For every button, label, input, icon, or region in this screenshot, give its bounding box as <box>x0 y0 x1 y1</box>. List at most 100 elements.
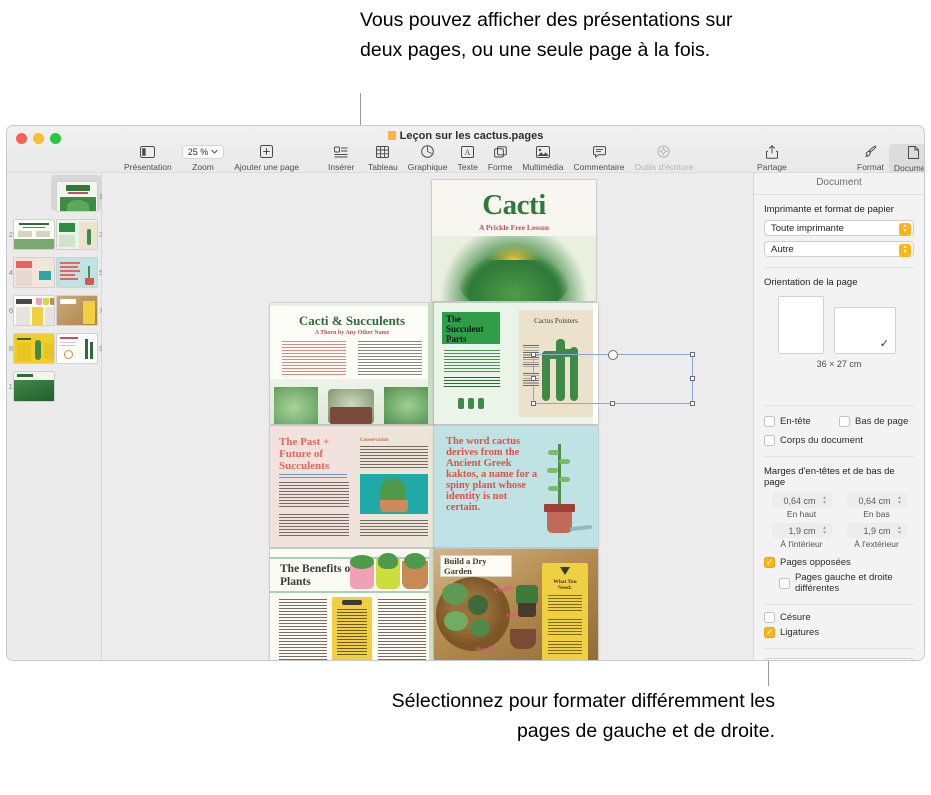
toolbar-writing-tools-button[interactable]: Outils d'écriture <box>630 144 699 172</box>
toolbar-share-button[interactable]: Partage <box>752 144 792 172</box>
different-left-right-checkbox[interactable] <box>779 577 790 589</box>
thumbnail-page-4[interactable] <box>13 257 55 288</box>
plus-square-icon <box>260 144 274 159</box>
printer-section-label: Imprimante et format de papier <box>764 204 894 215</box>
svg-text:A: A <box>465 148 471 157</box>
different-left-right-row[interactable]: Pages gauche et droite différentes <box>764 572 914 594</box>
hyphenation-checkbox[interactable] <box>764 612 775 623</box>
text-box-icon: A <box>461 144 475 159</box>
paper-size-select-value: Autre <box>771 243 794 255</box>
toolbar-shape-button[interactable]: Forme <box>483 144 518 172</box>
thumbnail-page-10[interactable] <box>13 371 55 402</box>
toolbar-media-button[interactable]: Multimédia <box>517 144 568 172</box>
toolbar-comment-label: Commentaire <box>573 162 625 172</box>
toolbar-chart-label: Graphique <box>407 162 448 172</box>
paper-size-select[interactable]: Autre ▴ ▾ <box>764 241 914 257</box>
thumbnail-page-6[interactable] <box>13 295 55 326</box>
canvas-page-3[interactable]: The Succulent Parts Cactus Pointers <box>434 303 598 424</box>
body-checkbox-row[interactable]: Corps du document <box>764 435 914 446</box>
insert-icon <box>334 144 348 159</box>
footer-checkbox-row[interactable]: Bas de page <box>839 416 914 427</box>
margin-bottom-value: 0,64 cm <box>858 495 891 506</box>
header-checkbox[interactable] <box>764 416 775 427</box>
resize-handle-middle-right[interactable] <box>690 376 695 381</box>
comment-icon <box>592 144 606 159</box>
thumbnail-row: 10 <box>7 371 101 409</box>
facing-pages-row[interactable]: Pages opposées <box>764 556 914 568</box>
thumbnail-page-1[interactable] <box>56 181 98 212</box>
hyphenation-row[interactable]: Césure <box>764 612 914 623</box>
inspector-title: Document <box>754 173 924 195</box>
toolbar-zoom-label: Zoom <box>192 162 214 172</box>
rotation-handle[interactable] <box>608 350 618 360</box>
margin-inside-value: 1,9 cm <box>788 525 816 536</box>
canvas-page-4[interactable]: The Past + Future of Succulents Conserva… <box>270 426 434 547</box>
chevron-updown-icon: ▴ ▾ <box>899 222 911 236</box>
margin-outside-input[interactable]: 1,9 cm ▴ ▾ <box>846 523 907 538</box>
footer-checkbox[interactable] <box>839 416 850 427</box>
toolbar-share-label: Partage <box>757 162 787 172</box>
thumbnail-row: 4 <box>7 257 103 295</box>
toolbar-chart-button[interactable]: Graphique <box>403 144 453 172</box>
toolbar-add-page-button[interactable]: Ajouter une page <box>229 144 304 172</box>
margin-top-value: 0,64 cm <box>783 495 816 506</box>
toolbar-format-button[interactable]: Format <box>852 144 889 172</box>
body-checkbox[interactable] <box>764 435 775 446</box>
toolbar-insert-button[interactable]: Insérer <box>323 144 359 172</box>
margin-outside-caption: À l'extérieur <box>854 539 899 549</box>
toolbar-presentation-button[interactable]: Présentation <box>119 144 177 172</box>
stepper-icon[interactable]: ▴ ▾ <box>820 494 830 507</box>
paintbrush-icon <box>864 144 877 159</box>
thumbnail-page-8[interactable] <box>13 333 55 364</box>
toolbar-comment-button[interactable]: Commentaire <box>568 144 629 172</box>
canvas-page-5[interactable]: The word cactus derives from the Ancient… <box>434 426 598 547</box>
window-titlebar: Leçon sur les cactus.pages Présentation … <box>7 126 925 174</box>
chart-icon <box>421 144 434 159</box>
canvas-page-1[interactable]: Cacti A Prickle Free Lesson <box>432 180 596 301</box>
thumbnail-page-3[interactable] <box>56 219 98 250</box>
canvas-page-2[interactable]: Cacti & Succulents A Thorn by Any Other … <box>270 303 434 424</box>
thumbnail-page-2[interactable] <box>13 219 55 250</box>
resize-handle-bottom-middle[interactable] <box>610 401 615 406</box>
toolbar-zoom-control[interactable]: 25 % Zoom <box>177 144 230 172</box>
stepper-icon[interactable]: ▴ ▾ <box>895 524 905 537</box>
ligatures-row[interactable]: Ligatures <box>764 626 914 638</box>
toolbar: Présentation 25 % Zoom Ajouter une page … <box>7 142 925 174</box>
thumbnail-page-7[interactable] <box>56 295 98 326</box>
chevron-down-icon <box>211 149 219 154</box>
printer-select[interactable]: Toute imprimante ▴ ▾ <box>764 220 914 236</box>
margin-fields: 0,64 cm ▴ ▾ En haut 0,64 cm ▴ ▾ En bas 1… <box>764 493 914 553</box>
toolbar-document-label: Document <box>893 163 925 173</box>
thumbnail-page-5[interactable] <box>56 257 98 288</box>
ligatures-checkbox[interactable] <box>764 626 775 638</box>
facing-pages-checkbox[interactable] <box>764 556 775 568</box>
checkmark-icon: ✓ <box>879 338 889 350</box>
orientation-landscape-button[interactable]: ✓ <box>834 307 896 354</box>
zoom-popup-button[interactable]: 25 % <box>181 144 225 159</box>
merge-button[interactable]: Fusion <box>764 658 914 660</box>
toolbar-text-button[interactable]: A Texte <box>452 144 482 172</box>
thumbnail-page-9[interactable] <box>56 333 98 364</box>
toolbar-presentation-label: Présentation <box>124 162 172 172</box>
toolbar-document-button[interactable]: Document <box>888 144 925 174</box>
toolbar-table-button[interactable]: Tableau <box>363 144 403 172</box>
margin-inside-input[interactable]: 1,9 cm ▴ ▾ <box>771 523 832 538</box>
page-thumbnails-sidebar[interactable]: 1 2 <box>7 173 103 660</box>
page3-aside-title: Cactus Pointers <box>534 317 578 325</box>
stepper-icon[interactable]: ▴ ▾ <box>820 524 830 537</box>
stepper-icon[interactable]: ▴ ▾ <box>895 494 905 507</box>
zoom-value: 25 % <box>187 146 209 157</box>
canvas-page-6[interactable]: The Benefits of Plants <box>270 549 434 660</box>
margin-top-input[interactable]: 0,64 cm ▴ ▾ <box>771 493 832 508</box>
page5-quote: The word cactus derives from the Ancient… <box>446 436 538 513</box>
document-canvas[interactable]: Cacti A Prickle Free Lesson Cacti & Succ… <box>102 173 753 660</box>
margin-bottom-input[interactable]: 0,64 cm ▴ ▾ <box>846 493 907 508</box>
canvas-page-7[interactable]: Build a Dry Garden What You Need: Plants… <box>434 549 598 660</box>
header-checkbox-row[interactable]: En-tête <box>764 416 839 427</box>
page7-callout-title: What You Need: <box>553 579 577 591</box>
orientation-portrait-button[interactable] <box>778 296 824 354</box>
document-title: Leçon sur les cactus.pages <box>7 130 924 142</box>
window-body: 1 2 <box>7 173 924 660</box>
resize-handle-bottom-right[interactable] <box>690 401 695 406</box>
resize-handle-top-right[interactable] <box>690 352 695 357</box>
